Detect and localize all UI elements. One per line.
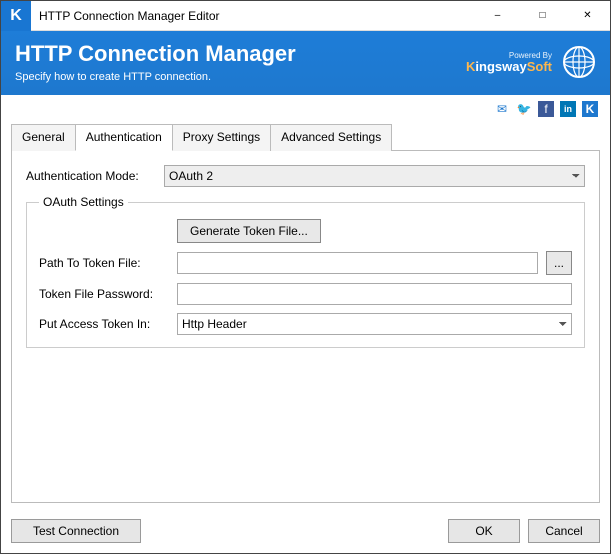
window-title: HTTP Connection Manager Editor	[31, 9, 475, 23]
brand-powered-by: Powered By	[466, 52, 552, 60]
close-button[interactable]: ✕	[565, 1, 610, 31]
linkedin-icon[interactable]: in	[560, 101, 576, 117]
auth-mode-label: Authentication Mode:	[26, 169, 156, 183]
banner: HTTP Connection Manager Specify how to c…	[1, 31, 610, 95]
brand-letter-k: K	[466, 59, 475, 74]
path-to-token-file-input[interactable]	[177, 252, 538, 274]
facebook-icon[interactable]: f	[538, 101, 554, 117]
cancel-button[interactable]: Cancel	[528, 519, 600, 543]
app-logo: K	[1, 1, 31, 31]
kingsway-icon[interactable]: K	[582, 101, 598, 117]
social-row: ✉ 🐦 f in K	[1, 95, 610, 121]
tab-proxy-settings[interactable]: Proxy Settings	[172, 124, 271, 151]
banner-title: HTTP Connection Manager	[15, 41, 296, 67]
tab-general[interactable]: General	[11, 124, 76, 151]
path-to-token-file-label: Path To Token File:	[39, 256, 169, 270]
twitter-icon[interactable]: 🐦	[516, 101, 532, 117]
tab-panel-authentication: Authentication Mode: OAuth 2 OAuth Setti…	[11, 150, 600, 503]
token-file-password-label: Token File Password:	[39, 287, 169, 301]
generate-token-file-button[interactable]: Generate Token File...	[177, 219, 321, 243]
titlebar: K HTTP Connection Manager Editor – □ ✕	[1, 1, 610, 31]
brand-logo: Powered By KingswaySoft	[466, 52, 552, 73]
put-access-token-select[interactable]: Http Header	[177, 313, 572, 335]
ok-button[interactable]: OK	[448, 519, 520, 543]
globe-icon	[562, 45, 596, 79]
oauth-settings-legend: OAuth Settings	[39, 195, 128, 209]
token-file-password-input[interactable]	[177, 283, 572, 305]
tab-authentication[interactable]: Authentication	[75, 124, 173, 151]
browse-token-file-button[interactable]: ...	[546, 251, 572, 275]
maximize-button[interactable]: □	[520, 1, 565, 31]
minimize-button[interactable]: –	[475, 1, 520, 31]
banner-subtitle: Specify how to create HTTP connection.	[15, 71, 296, 83]
oauth-settings-group: OAuth Settings Generate Token File... Pa…	[26, 195, 585, 348]
test-connection-button[interactable]: Test Connection	[11, 519, 141, 543]
brand-word-2: Soft	[527, 59, 552, 74]
auth-mode-select[interactable]: OAuth 2	[164, 165, 585, 187]
tab-strip: General Authentication Proxy Settings Ad…	[1, 123, 610, 150]
brand-word-1: ingsway	[475, 59, 526, 74]
mail-icon[interactable]: ✉	[494, 101, 510, 117]
window-buttons: – □ ✕	[475, 1, 610, 31]
footer: Test Connection OK Cancel	[1, 511, 610, 553]
tab-advanced-settings[interactable]: Advanced Settings	[270, 124, 392, 151]
put-access-token-label: Put Access Token In:	[39, 317, 169, 331]
